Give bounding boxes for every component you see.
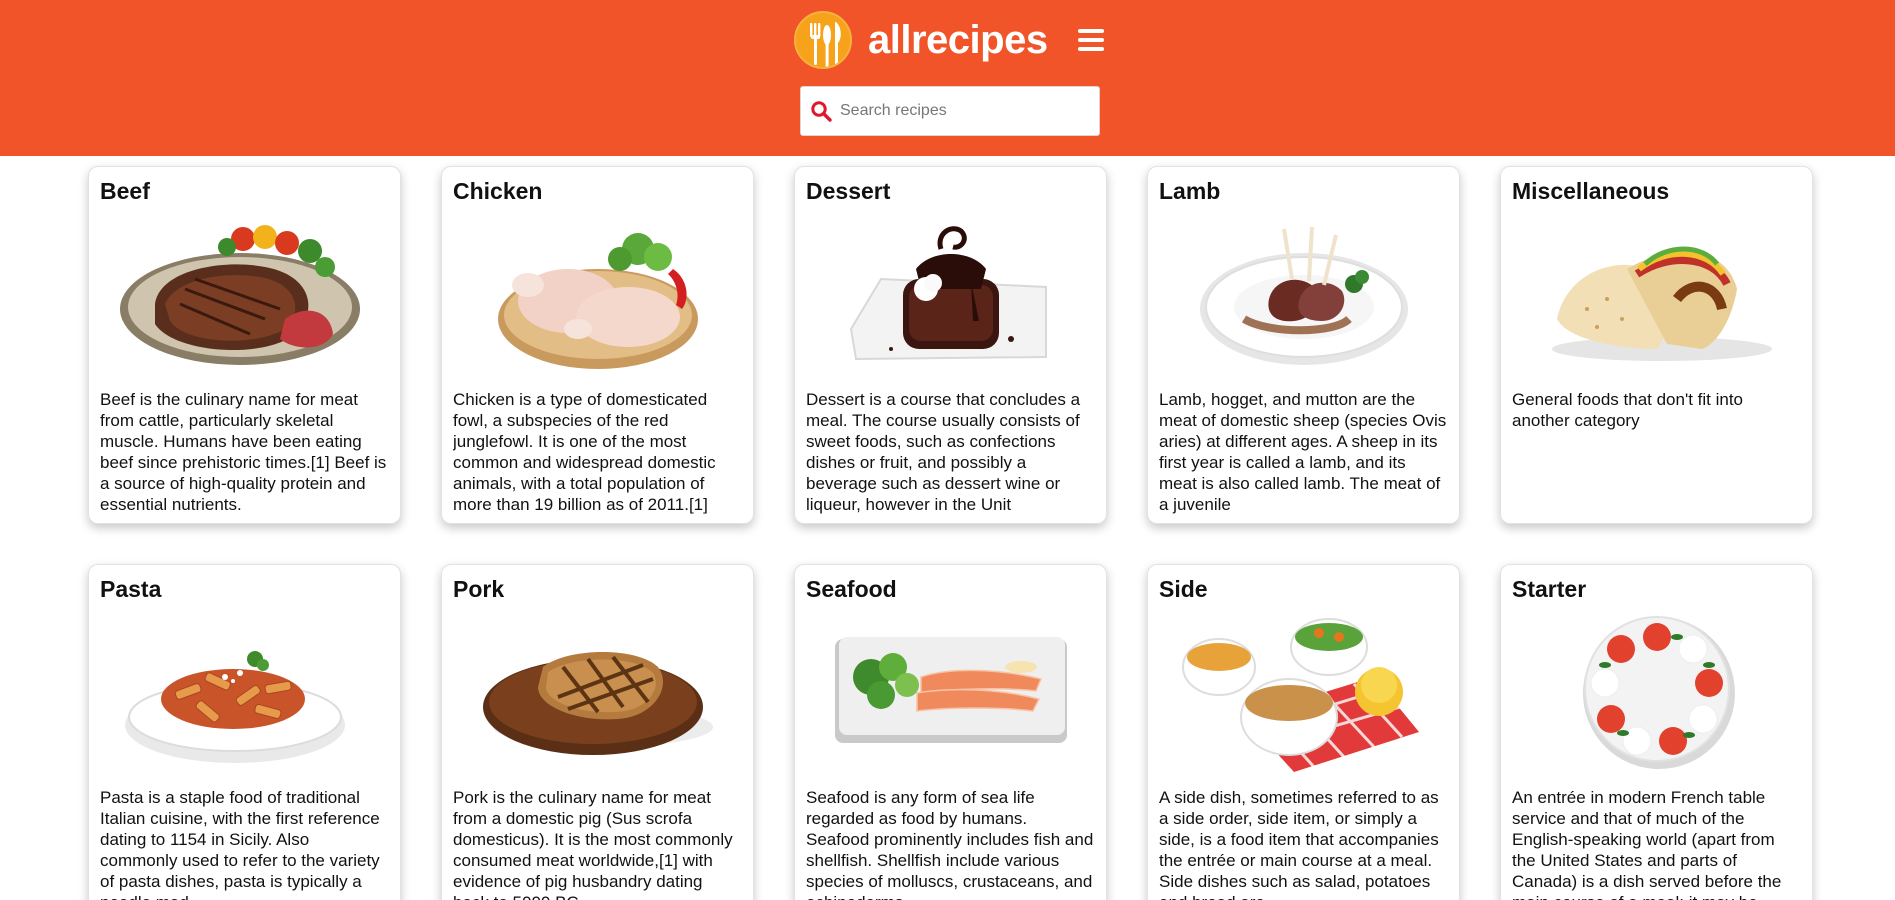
card-title: Side: [1159, 576, 1208, 602]
category-card-miscellaneous[interactable]: Miscellaneous General foods that don't f…: [1500, 166, 1813, 524]
salmon-plate-image: [834, 637, 1067, 743]
category-card-starter[interactable]: Starter An entrée in modern French table…: [1500, 564, 1813, 900]
fork-knife-logo-icon: [794, 11, 852, 69]
card-title: Miscellaneous: [1512, 178, 1670, 204]
brand-logo-link[interactable]: allrecipes: [794, 10, 1048, 70]
card-description: Dessert is a course that concludes a mea…: [806, 390, 1081, 514]
brand-name: allrecipes: [868, 17, 1048, 62]
site-header: allrecipes: [0, 0, 1895, 156]
card-description: Beef is the culinary name for meat from …: [100, 390, 387, 514]
category-card-lamb[interactable]: Lamb Lamb, hogget, and mutton are the me…: [1147, 166, 1460, 524]
hamburger-menu-icon[interactable]: [1078, 29, 1106, 53]
card-title: Pork: [453, 576, 505, 602]
category-card-side[interactable]: Side A side dish, sometimes referred to …: [1147, 564, 1460, 900]
category-card-beef[interactable]: Beef Beef is the culinary name for meat …: [88, 166, 401, 524]
search-input[interactable]: [840, 102, 1090, 120]
card-description: Pork is the culinary name for meat from …: [453, 788, 733, 900]
tacos-image: [1551, 246, 1772, 361]
category-card-pasta[interactable]: Pasta Pasta is a staple food of traditio…: [88, 564, 401, 900]
raw-chicken-image: [497, 233, 698, 369]
chocolate-cake-image: [849, 226, 1047, 361]
pork-chop-image: [482, 652, 713, 755]
lamb-chops-image: [1199, 226, 1408, 365]
search-bar: [800, 86, 1100, 136]
card-title: Dessert: [806, 178, 891, 204]
category-card-seafood[interactable]: Seafood Seafood is any form of sea life …: [794, 564, 1107, 900]
card-description: A side dish, sometimes referred to as a …: [1159, 788, 1439, 900]
category-card-dessert[interactable]: Dessert Dessert is a course that conclud…: [794, 166, 1107, 524]
card-description: General foods that don't fit into anothe…: [1512, 390, 1744, 430]
steak-image: [119, 225, 360, 365]
category-grid: Beef Beef is the culinary name for meat …: [88, 166, 1813, 900]
card-title: Beef: [100, 178, 150, 204]
card-title: Seafood: [806, 576, 897, 602]
card-description: Lamb, hogget, and mutton are the meat of…: [1159, 390, 1447, 514]
category-card-pork[interactable]: Pork Pork is the culinary name for meat …: [441, 564, 754, 900]
card-description: Seafood is any form of sea life regarded…: [806, 788, 1094, 900]
card-title: Pasta: [100, 576, 162, 602]
card-description: Pasta is a staple food of traditional It…: [100, 788, 380, 900]
card-title: Starter: [1512, 576, 1587, 602]
search-icon: [810, 100, 832, 122]
card-title: Lamb: [1159, 178, 1221, 204]
category-card-chicken[interactable]: Chicken Chicken is a type of domesticate…: [441, 166, 754, 524]
card-description: An entrée in modern French table service…: [1512, 788, 1782, 900]
caprese-image: [1582, 616, 1735, 769]
penne-image: [124, 651, 345, 763]
side-dishes-image: [1181, 618, 1419, 772]
card-title: Chicken: [453, 178, 543, 204]
card-description: Chicken is a type of domesticated fowl, …: [453, 390, 716, 514]
